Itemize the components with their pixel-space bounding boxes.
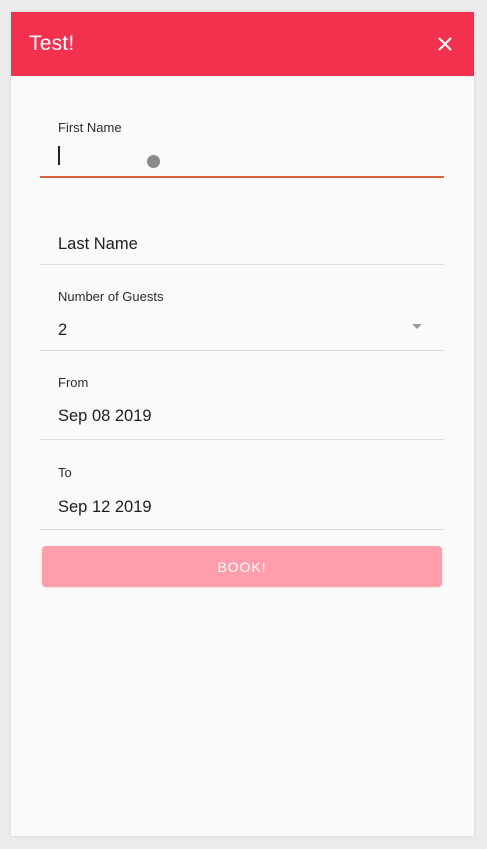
book-button[interactable]: BOOK! — [42, 546, 442, 587]
text-caret — [58, 146, 60, 165]
to-value: Sep 12 2019 — [58, 498, 152, 516]
first-name-label: First Name — [58, 120, 122, 135]
close-icon[interactable] — [434, 33, 456, 55]
app-header: Test! — [11, 12, 474, 76]
to-label: To — [58, 465, 72, 480]
guests-label: Number of Guests — [58, 289, 164, 304]
pointer-cursor-icon — [147, 155, 160, 168]
from-label: From — [58, 375, 89, 390]
from-date-field[interactable]: From Sep 08 2019 — [40, 369, 444, 440]
page-title: Test! — [29, 32, 75, 55]
guests-select[interactable]: Number of Guests 2 — [40, 282, 444, 351]
dropdown-arrow-icon[interactable] — [412, 324, 422, 329]
to-date-field[interactable]: To Sep 12 2019 — [40, 458, 444, 530]
from-value: Sep 08 2019 — [58, 407, 152, 425]
app-window: Test! First Name Last Name Number of Gue… — [11, 12, 474, 836]
guests-value: 2 — [58, 321, 68, 339]
first-name-field[interactable]: First Name — [40, 110, 444, 178]
last-name-input[interactable]: Last Name — [58, 235, 138, 254]
last-name-field[interactable]: Last Name — [40, 212, 444, 265]
